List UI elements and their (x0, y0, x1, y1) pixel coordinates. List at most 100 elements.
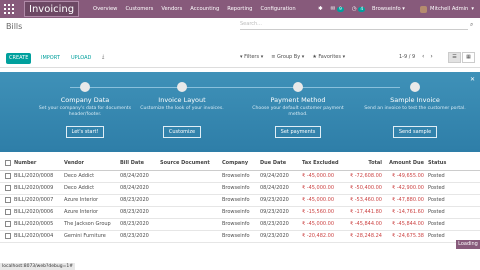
set-payments-button[interactable]: Set payments (274, 126, 322, 138)
cell-company: Browseinfo (222, 218, 260, 231)
cell-status: Posted (424, 170, 480, 183)
step-invoice-layout: Invoice Layout Customize the look of you… (127, 82, 237, 138)
cell-status: Posted (424, 182, 480, 195)
row-checkbox[interactable] (0, 170, 14, 183)
create-button[interactable]: CREATE (6, 53, 32, 64)
cell-status: Posted (424, 194, 480, 207)
col-source-document[interactable]: Source Document (160, 157, 222, 171)
cell-bill-date: 08/23/2020 (120, 218, 160, 231)
step-payment-method: Payment Method Choose your default custo… (243, 82, 353, 138)
cell-source-document (160, 194, 222, 207)
groupby-dropdown[interactable]: ≡ Group By ▾ (271, 54, 304, 60)
step-description: Choose your default customer payment met… (252, 106, 344, 117)
cell-tax-excluded: ₹ -15,560.00 (302, 206, 342, 219)
user-menu[interactable]: Mitchell Admin ▾ (420, 0, 474, 18)
download-icon[interactable]: ⤓ (99, 52, 107, 63)
cell-vendor: Azure Interior (64, 194, 120, 207)
groupby-label: Group By (277, 54, 301, 60)
cell-source-document (160, 170, 222, 183)
upload-button[interactable]: UPLOAD (68, 53, 94, 64)
row-checkbox[interactable] (0, 206, 14, 219)
col-vendor[interactable]: Vendor (64, 157, 120, 171)
row-checkbox[interactable] (0, 194, 14, 207)
col-tax-excluded[interactable]: Tax Excluded (302, 157, 342, 171)
step-company-data: Company Data Set your company's data for… (30, 82, 140, 138)
lets-start-button[interactable]: Let's start! (65, 126, 105, 138)
step-dot (410, 82, 420, 92)
menu-configuration[interactable]: Configuration (256, 0, 299, 18)
import-button[interactable]: IMPORT (38, 53, 63, 64)
menu-overview[interactable]: Overview (89, 0, 121, 18)
breadcrumb: Bills (6, 22, 23, 31)
search-input[interactable]: Search... (240, 21, 468, 30)
menu-vendors[interactable]: Vendors (157, 0, 186, 18)
step-title: Invoice Layout (158, 96, 206, 104)
row-checkbox[interactable] (0, 230, 14, 243)
cell-status: Posted (424, 218, 480, 231)
pager-prev-icon[interactable]: ‹ (422, 53, 424, 60)
menu-customers[interactable]: Customers (121, 0, 157, 18)
browser-status-url: localhost:8073/web?debug=1# (0, 263, 75, 270)
pager-next-icon[interactable]: › (430, 53, 432, 60)
send-sample-button[interactable]: Send sample (392, 126, 438, 138)
row-checkbox[interactable] (0, 218, 14, 231)
company-switcher[interactable]: Browseinfo ▾ (372, 0, 405, 18)
table-row[interactable]: BILL/2020/0007 Azure Interior 08/23/2020 Br… (0, 194, 480, 207)
cell-total: ₹ -72,608.00 (342, 170, 382, 183)
cell-tax-excluded: ₹ -45,000.00 (302, 218, 342, 231)
row-checkbox[interactable] (0, 182, 14, 195)
col-status[interactable]: Status (424, 157, 480, 171)
cell-vendor: Gemini Furniture (64, 230, 120, 243)
cell-company: Browseinfo (222, 230, 260, 243)
cell-tax-excluded: ₹ -45,000.00 (302, 170, 342, 183)
cell-number: BILL/2020/0005 (14, 218, 64, 231)
cell-company: Browseinfo (222, 206, 260, 219)
select-all-checkbox[interactable] (0, 157, 14, 171)
menu-accounting[interactable]: Accounting (186, 0, 223, 18)
cell-due-date: 09/23/2020 (260, 206, 302, 219)
menu-reporting[interactable]: Reporting (223, 0, 256, 18)
col-company[interactable]: Company (222, 157, 260, 171)
table-row[interactable]: BILL/2020/0006 Azure Interior 08/23/2020 Br… (0, 206, 480, 219)
kanban-view-icon[interactable]: ▦ (462, 52, 475, 63)
step-dot (80, 82, 90, 92)
company-name: Browseinfo (372, 6, 401, 12)
step-dot (177, 82, 187, 92)
close-icon[interactable]: ✕ (470, 76, 475, 83)
col-total[interactable]: Total (342, 157, 382, 171)
col-amount-due[interactable]: Amount Due (382, 157, 424, 171)
bug-icon[interactable]: ✱ (318, 6, 323, 12)
chat-icon[interactable]: ✉ 9 (331, 6, 344, 12)
col-bill-date[interactable]: Bill Date (120, 157, 160, 171)
cell-number: BILL/2020/0006 (14, 206, 64, 219)
col-number[interactable]: Number (14, 157, 64, 171)
favorites-dropdown[interactable]: ★ Favorites ▾ (312, 54, 345, 60)
table-row[interactable]: BILL/2020/0004 Gemini Furniture 08/23/2020… (0, 230, 480, 243)
cell-tax-excluded: ₹ -20,482.00 (302, 230, 342, 243)
activity-icon[interactable]: ◷ 4 (352, 6, 366, 12)
cell-amount-due: ₹ -24,675.38 (382, 230, 424, 243)
table-row[interactable]: BILL/2020/0008 Deco Addict 08/24/2020 Brows… (0, 170, 480, 183)
bills-table: Number Vendor Bill Date Source Document … (0, 157, 480, 243)
apps-menu-icon[interactable] (4, 4, 14, 14)
pager-value[interactable]: 1-9 / 9 (399, 54, 415, 60)
filters-dropdown[interactable]: ▾ Filters ▾ (240, 54, 263, 60)
table-row[interactable]: BILL/2020/0005 The Jackson Group 08/23/202… (0, 218, 480, 231)
col-due-date[interactable]: Due Date (260, 157, 302, 171)
step-title: Payment Method (270, 96, 326, 104)
cell-amount-due: ₹ -14,761.60 (382, 206, 424, 219)
app-title[interactable]: Invoicing (24, 1, 80, 17)
cell-amount-due: ₹ -45,844.00 (382, 218, 424, 231)
favorites-label: Favorites (318, 54, 341, 60)
cell-amount-due: ₹ -49,655.00 (382, 170, 424, 183)
table-row[interactable]: BILL/2020/0009 Deco Addict 08/24/2020 Brows… (0, 182, 480, 195)
list-view-icon[interactable]: ☰ (448, 52, 461, 63)
search-icon[interactable]: ⌕ (470, 21, 473, 29)
customize-button[interactable]: Customize (162, 126, 202, 138)
cell-bill-date: 08/23/2020 (120, 194, 160, 207)
avatar (420, 5, 427, 13)
cell-vendor: Deco Addict (64, 170, 120, 183)
cell-number: BILL/2020/0009 (14, 182, 64, 195)
main-menu: Overview Customers Vendors Accounting Re… (89, 0, 300, 18)
pager-arrows: ‹ › (422, 53, 433, 60)
